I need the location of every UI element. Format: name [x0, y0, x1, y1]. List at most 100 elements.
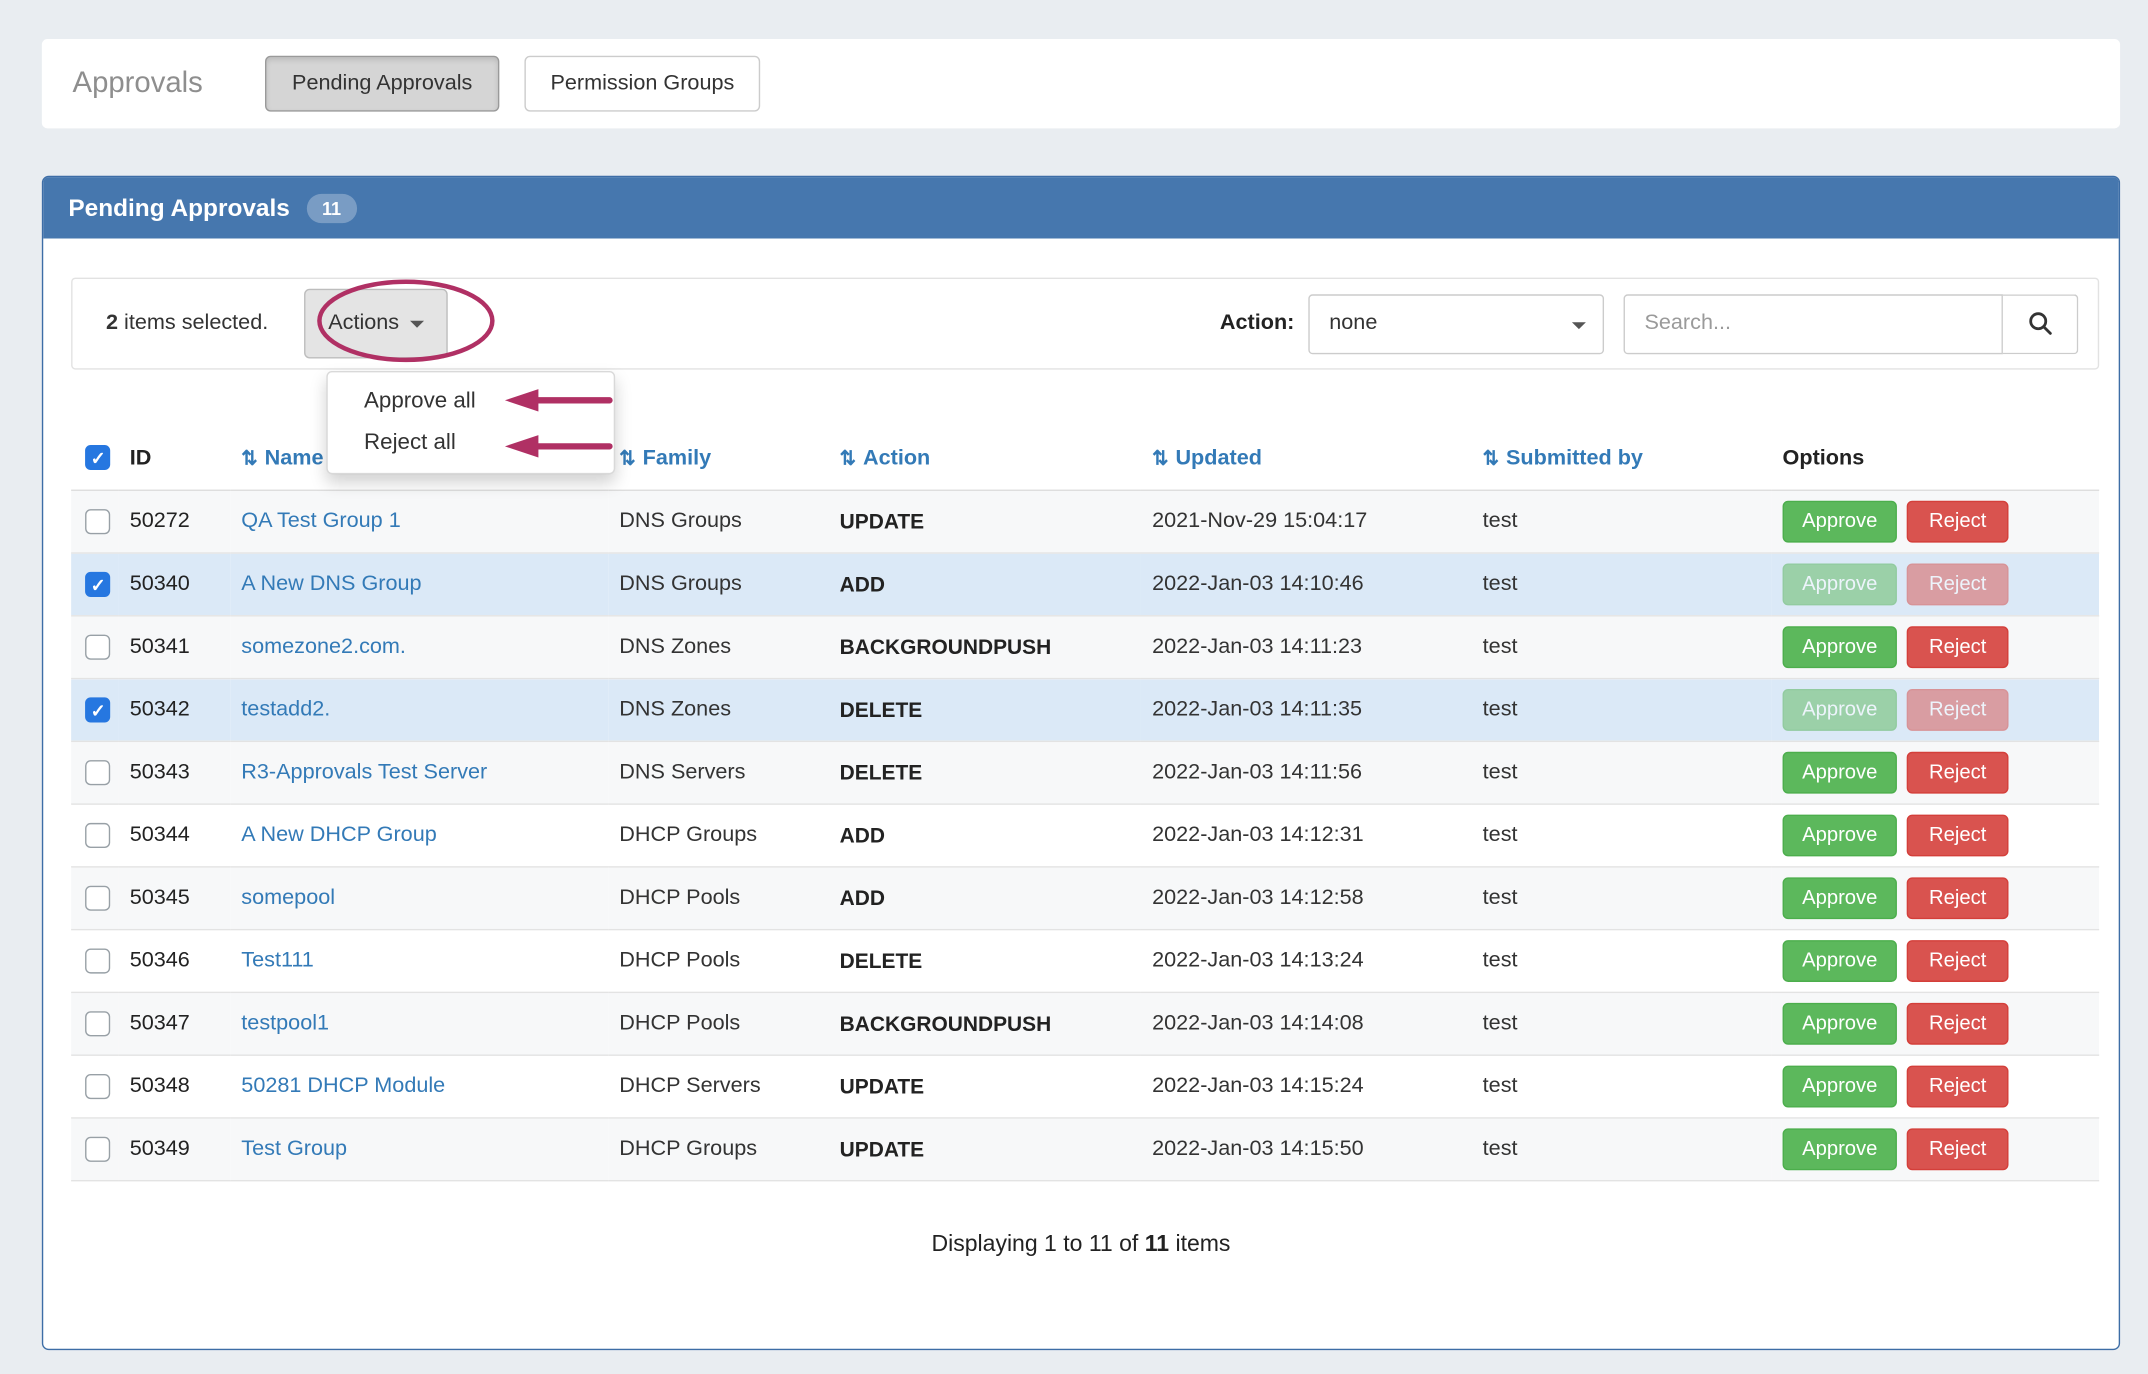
column-header-updated[interactable]: ⇅Updated: [1141, 427, 1472, 490]
caret-down-icon: [410, 320, 424, 327]
approve-button[interactable]: Approve: [1783, 1128, 1897, 1170]
table-row: 50349Test GroupDHCP GroupsUPDATE2022-Jan…: [71, 1118, 2099, 1181]
row-family: DNS Groups: [608, 490, 828, 553]
reject-button[interactable]: Reject: [1907, 877, 2009, 919]
row-checkbox[interactable]: [85, 760, 110, 785]
row-name-link[interactable]: testpool1: [241, 1011, 329, 1035]
sort-icon: ⇅: [1483, 446, 1499, 468]
row-name-link[interactable]: testadd2.: [241, 697, 330, 721]
row-checkbox[interactable]: [85, 886, 110, 911]
row-id: 50348: [119, 1055, 231, 1118]
row-checkbox[interactable]: [85, 1137, 110, 1162]
row-name-link[interactable]: R3-Approvals Test Server: [241, 760, 487, 784]
row-action: DELETE: [829, 930, 1141, 993]
action-filter-select[interactable]: none: [1308, 294, 1604, 354]
row-updated: 2022-Jan-03 14:14:08: [1141, 992, 1472, 1055]
row-id: 50343: [119, 741, 231, 804]
row-action: DELETE: [829, 741, 1141, 804]
reject-button[interactable]: Reject: [1907, 815, 2009, 857]
actions-dropdown-button[interactable]: Actions: [305, 289, 448, 359]
approve-button[interactable]: Approve: [1783, 689, 1897, 731]
approve-button[interactable]: Approve: [1783, 1066, 1897, 1108]
page-title: Approvals: [73, 67, 203, 100]
row-action: ADD: [829, 804, 1141, 867]
reject-button[interactable]: Reject: [1907, 940, 2009, 982]
approve-button[interactable]: Approve: [1783, 752, 1897, 794]
reject-button[interactable]: Reject: [1907, 1003, 2009, 1045]
row-id: 50341: [119, 616, 231, 679]
row-submitted-by: test: [1472, 804, 1772, 867]
select-all-checkbox[interactable]: [85, 446, 110, 471]
menu-item-approve-all[interactable]: Approve all: [328, 381, 614, 423]
items-selected-text: 2 items selected.: [106, 311, 268, 336]
approve-button[interactable]: Approve: [1783, 626, 1897, 668]
tab-permission-groups[interactable]: Permission Groups: [524, 56, 761, 112]
row-checkbox[interactable]: [85, 697, 110, 722]
row-updated: 2022-Jan-03 14:11:23: [1141, 616, 1472, 679]
reject-button[interactable]: Reject: [1907, 1128, 2009, 1170]
row-name-link[interactable]: Test111: [241, 948, 314, 972]
approve-button[interactable]: Approve: [1783, 940, 1897, 982]
caret-down-icon: [1572, 322, 1586, 329]
row-checkbox[interactable]: [85, 1074, 110, 1099]
row-checkbox[interactable]: [85, 635, 110, 660]
sort-icon: ⇅: [840, 446, 856, 468]
row-name-link[interactable]: somepool: [241, 886, 335, 910]
row-checkbox[interactable]: [85, 948, 110, 973]
pending-count-badge: 11: [307, 193, 357, 222]
pagination-summary: Displaying 1 to 11 of 11 items: [43, 1232, 2118, 1259]
table-row: 50272QA Test Group 1DNS GroupsUPDATE2021…: [71, 490, 2099, 553]
row-updated: 2022-Jan-03 14:11:56: [1141, 741, 1472, 804]
search-input[interactable]: [1624, 294, 2003, 354]
menu-item-reject-all[interactable]: Reject all: [328, 423, 614, 465]
row-name-link[interactable]: 50281 DHCP Module: [241, 1074, 445, 1098]
row-updated: 2022-Jan-03 14:15:24: [1141, 1055, 1472, 1118]
row-submitted-by: test: [1472, 616, 1772, 679]
table-row: 50343R3-Approvals Test ServerDNS Servers…: [71, 741, 2099, 804]
row-action: DELETE: [829, 679, 1141, 742]
row-checkbox[interactable]: [85, 572, 110, 597]
sort-icon: ⇅: [1152, 446, 1168, 468]
approve-button[interactable]: Approve: [1783, 501, 1897, 543]
search-group: [1624, 294, 2079, 354]
row-checkbox[interactable]: [85, 823, 110, 848]
row-name-link[interactable]: A New DNS Group: [241, 572, 421, 596]
row-name-link[interactable]: Test Group: [241, 1137, 347, 1161]
tab-pending-approvals[interactable]: Pending Approvals: [266, 56, 499, 112]
table-row: 50347testpool1DHCP PoolsBACKGROUNDPUSH20…: [71, 992, 2099, 1055]
pending-approvals-page: Approvals Pending Approvals Permission G…: [0, 0, 2148, 1374]
row-name-link[interactable]: QA Test Group 1: [241, 509, 400, 533]
row-family: DHCP Pools: [608, 992, 828, 1055]
approve-button[interactable]: Approve: [1783, 815, 1897, 857]
column-header-action[interactable]: ⇅Action: [829, 427, 1141, 490]
reject-button[interactable]: Reject: [1907, 626, 2009, 668]
table-row: 50340A New DNS GroupDNS GroupsADD2022-Ja…: [71, 553, 2099, 616]
selected-count: 2: [106, 311, 118, 335]
row-checkbox[interactable]: [85, 509, 110, 534]
row-id: 50340: [119, 553, 231, 616]
row-updated: 2021-Nov-29 15:04:17: [1141, 490, 1472, 553]
row-updated: 2022-Jan-03 14:11:35: [1141, 679, 1472, 742]
column-header-family[interactable]: ⇅Family: [608, 427, 828, 490]
row-name-link[interactable]: A New DHCP Group: [241, 823, 436, 847]
reject-button[interactable]: Reject: [1907, 501, 2009, 543]
row-name-link[interactable]: somezone2.com.: [241, 635, 406, 659]
sort-icon: ⇅: [241, 446, 257, 468]
column-header-submitted-by[interactable]: ⇅Submitted by: [1472, 427, 1772, 490]
table-row: 50345somepoolDHCP PoolsADD2022-Jan-03 14…: [71, 867, 2099, 930]
reject-button[interactable]: Reject: [1907, 689, 2009, 731]
row-family: DHCP Pools: [608, 930, 828, 993]
reject-button[interactable]: Reject: [1907, 752, 2009, 794]
reject-button[interactable]: Reject: [1907, 563, 2009, 605]
approve-button[interactable]: Approve: [1783, 877, 1897, 919]
search-button[interactable]: [2003, 294, 2078, 354]
row-submitted-by: test: [1472, 553, 1772, 616]
row-updated: 2022-Jan-03 14:12:58: [1141, 867, 1472, 930]
approve-button[interactable]: Approve: [1783, 1003, 1897, 1045]
row-checkbox[interactable]: [85, 1011, 110, 1036]
approve-button[interactable]: Approve: [1783, 563, 1897, 605]
row-id: 50272: [119, 490, 231, 553]
table-row: 50344A New DHCP GroupDHCP GroupsADD2022-…: [71, 804, 2099, 867]
reject-button[interactable]: Reject: [1907, 1066, 2009, 1108]
row-updated: 2022-Jan-03 14:10:46: [1141, 553, 1472, 616]
